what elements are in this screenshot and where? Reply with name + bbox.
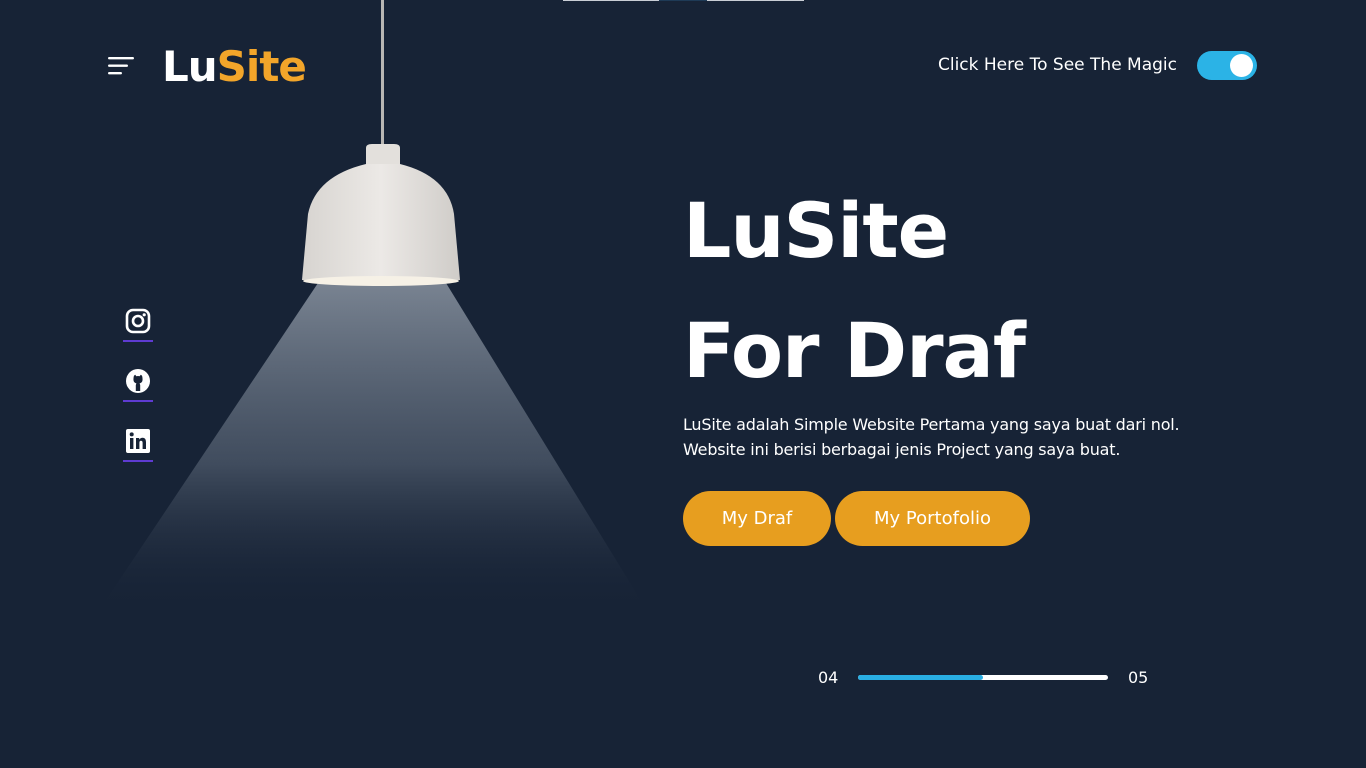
slide-progress-fill <box>858 675 983 680</box>
toggle-label: Click Here To See The Magic <box>937 55 1177 75</box>
top-indicator-segment <box>707 0 804 1</box>
description-line: Website ini berisi berbagai jenis Projec… <box>683 440 1121 459</box>
toggle-knob <box>1230 54 1253 77</box>
instagram-link[interactable] <box>122 308 154 342</box>
instagram-icon <box>125 308 151 334</box>
slide-progress-bar[interactable] <box>858 675 1108 680</box>
social-underline <box>123 340 153 342</box>
lamp-illustration <box>98 0 648 612</box>
hero-description: LuSite adalah Simple Website Pertama yan… <box>683 412 1243 462</box>
slide-total-number: 05 <box>1128 668 1149 687</box>
lamp-cap <box>366 144 400 166</box>
github-link[interactable] <box>122 368 154 402</box>
social-underline <box>123 460 153 462</box>
github-icon <box>126 369 150 393</box>
lamp-bulb-rim <box>303 276 459 286</box>
lamp-cord <box>381 0 384 148</box>
description-line: LuSite adalah Simple Website Pertama yan… <box>683 415 1180 434</box>
my-portofolio-button[interactable]: My Portofolio <box>835 491 1030 546</box>
hero-title: LuSite <box>683 186 949 275</box>
linkedin-link[interactable] <box>122 428 154 462</box>
social-underline <box>123 400 153 402</box>
hero-subtitle: For Draf <box>683 306 1026 395</box>
slide-current-number: 04 <box>818 668 839 687</box>
my-draf-button[interactable]: My Draf <box>683 491 831 546</box>
linkedin-icon <box>126 429 150 453</box>
lamp-shade <box>302 164 460 280</box>
magic-toggle[interactable] <box>1197 51 1257 80</box>
light-beam <box>98 283 648 612</box>
